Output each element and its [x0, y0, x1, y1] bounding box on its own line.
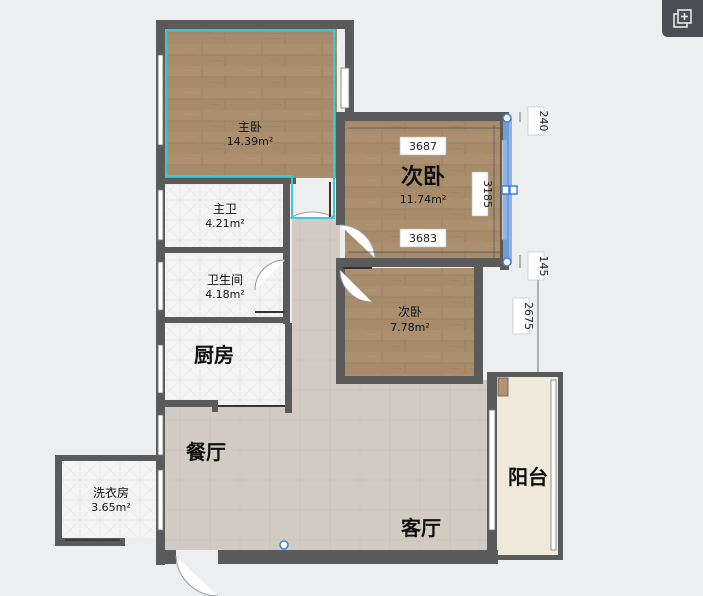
- room-kitchen[interactable]: 厨房: [194, 343, 234, 367]
- add-layer-icon: [672, 8, 692, 28]
- floor-plan[interactable]: 3687 3683 3185 240 145 2675 主卧 14.39m² 次…: [0, 0, 703, 596]
- room-area: 14.39m²: [227, 135, 274, 148]
- room-name: 主卧: [238, 120, 262, 134]
- room-balcony[interactable]: 阳台: [508, 465, 548, 489]
- room-name: 洗衣房: [93, 485, 129, 500]
- svg-text:3185: 3185: [481, 180, 494, 208]
- room-name: 次卧: [398, 305, 422, 319]
- door-handle-bottom[interactable]: [279, 540, 289, 550]
- svg-text:3687: 3687: [409, 140, 437, 153]
- wall-handle-mid-right[interactable]: [509, 185, 518, 195]
- room-area: 11.74m²: [400, 193, 447, 206]
- room-name: 阳台: [508, 465, 548, 489]
- room-name: 客厅: [400, 516, 441, 540]
- room-area: 4.18m²: [205, 288, 245, 301]
- svg-text:2675: 2675: [522, 302, 535, 330]
- master-bath-floor[interactable]: [165, 185, 285, 247]
- room-dining[interactable]: 餐厅: [186, 440, 226, 464]
- dim-label-bottom[interactable]: 3683: [399, 228, 447, 248]
- master-bedroom-floor[interactable]: [165, 28, 337, 178]
- room-name: 次卧: [401, 164, 445, 190]
- room-area: 4.21m²: [205, 217, 245, 230]
- wall-handle-top[interactable]: [502, 113, 512, 123]
- room-name: 主卫: [213, 202, 237, 216]
- room-area: 7.78m²: [390, 321, 430, 334]
- room-name: 卫生间: [207, 273, 243, 287]
- room-laundry[interactable]: 洗衣房 3.65m²: [91, 485, 131, 514]
- svg-text:3683: 3683: [409, 232, 437, 245]
- wall-handle-mid-left[interactable]: [501, 185, 510, 195]
- room-name: 厨房: [194, 343, 234, 367]
- dim-label-side[interactable]: 2675: [512, 297, 535, 335]
- balcony-door-marker: [497, 377, 509, 397]
- room-living[interactable]: 客厅: [400, 516, 441, 540]
- svg-text:240: 240: [537, 111, 550, 132]
- add-layer-button[interactable]: [662, 0, 703, 37]
- dim-label-gap-top[interactable]: 240: [527, 106, 550, 136]
- dim-label-gap-bottom[interactable]: 145: [527, 251, 550, 281]
- wall-handle-bottom[interactable]: [502, 257, 512, 267]
- svg-text:145: 145: [537, 256, 550, 277]
- room-second-bedroom[interactable]: 次卧 11.74m²: [400, 164, 447, 206]
- room-name: 餐厅: [186, 440, 226, 464]
- room-area: 3.65m²: [91, 501, 131, 514]
- dim-label-top[interactable]: 3687: [399, 136, 447, 156]
